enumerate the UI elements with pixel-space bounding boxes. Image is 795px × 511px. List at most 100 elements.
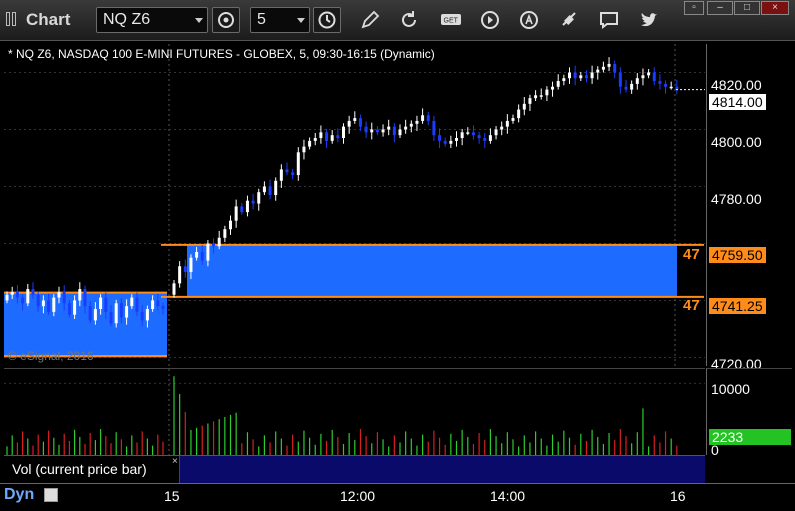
lower-level-label: 47 xyxy=(683,297,700,314)
candle-body xyxy=(364,126,368,133)
time-tick: 16 xyxy=(670,488,686,504)
candle-body xyxy=(635,78,639,84)
candle-body xyxy=(257,192,261,204)
candle-body xyxy=(206,243,210,261)
candle-body xyxy=(296,152,300,176)
play-icon[interactable] xyxy=(478,8,502,32)
toolbar: Chart NQ Z6 5 GET ▫ – □ × xyxy=(0,0,795,41)
candle-body xyxy=(590,72,594,79)
chart-app-icon xyxy=(6,12,20,26)
candle-body xyxy=(93,309,97,321)
candle-body xyxy=(347,120,351,127)
candle-body xyxy=(135,297,139,312)
candle-body xyxy=(189,257,193,272)
candle-body xyxy=(669,86,673,89)
candle-body xyxy=(647,72,651,76)
interval-input[interactable]: 5 xyxy=(250,7,310,33)
candle-body xyxy=(279,169,283,181)
clock-icon[interactable] xyxy=(313,7,341,33)
candle-body xyxy=(471,132,475,136)
candle-body xyxy=(494,129,498,136)
get-icon[interactable]: GET xyxy=(439,8,463,32)
price-chart[interactable]: * NQ Z6, NASDAQ 100 E-MINI FUTURES - GLO… xyxy=(4,44,705,366)
candle-body xyxy=(140,311,144,321)
symbol-value: NQ Z6 xyxy=(103,11,151,28)
candle-body xyxy=(330,135,334,141)
candle-body xyxy=(658,81,662,84)
candle-body xyxy=(78,289,82,301)
time-axis[interactable]: Dyn 15 12:00 14:00 16 xyxy=(0,483,795,511)
candle-body xyxy=(375,129,379,133)
candle-body xyxy=(229,220,232,230)
candle-body xyxy=(353,118,357,121)
candle-body xyxy=(41,300,45,307)
candle-body xyxy=(21,297,25,304)
candle-body xyxy=(630,83,634,90)
link-icon[interactable] xyxy=(557,8,581,32)
candle-body xyxy=(5,294,9,301)
time-tick: 15 xyxy=(164,488,180,504)
candle-body xyxy=(579,75,583,79)
symbol-input[interactable]: NQ Z6 xyxy=(96,7,208,33)
chevron-down-icon[interactable] xyxy=(297,18,305,23)
chevron-down-icon[interactable] xyxy=(195,18,203,23)
volume-chart[interactable] xyxy=(4,368,705,455)
candle-body xyxy=(217,237,221,247)
lock-icon[interactable] xyxy=(44,488,58,502)
minimize-button[interactable]: – xyxy=(707,1,733,15)
alert-icon[interactable] xyxy=(517,8,541,32)
candle-body xyxy=(573,72,577,79)
candle-body xyxy=(336,135,340,139)
chart-legend: * NQ Z6, NASDAQ 100 E-MINI FUTURES - GLO… xyxy=(8,47,435,61)
candle-body xyxy=(15,291,19,298)
candle-body xyxy=(313,138,317,141)
candle-body xyxy=(477,135,481,139)
candle-body xyxy=(641,75,645,79)
candle-body xyxy=(432,120,436,136)
maximize-button[interactable]: □ xyxy=(734,1,760,15)
candle-body xyxy=(409,123,413,127)
opening-range-zone xyxy=(187,244,677,297)
candle-body xyxy=(426,115,430,121)
close-button[interactable]: × xyxy=(761,1,789,15)
price-tick: 4800.00 xyxy=(711,134,762,150)
volume-axis[interactable]: 10000 0 2233 xyxy=(706,368,792,458)
candle-body xyxy=(517,109,521,119)
candle-body xyxy=(52,297,56,312)
volume-current-tag: 2233 xyxy=(709,429,791,445)
candle-body xyxy=(443,140,447,144)
candle-body xyxy=(370,129,374,133)
volume-label-bar: Vol (current price bar) × xyxy=(4,455,705,483)
pencil-icon[interactable] xyxy=(358,8,382,32)
candle-body xyxy=(285,169,289,173)
price-tick: 4820.00 xyxy=(711,77,762,93)
candle-body xyxy=(613,63,617,73)
candle-body xyxy=(83,289,87,307)
price-axis[interactable]: 4820.00 4800.00 4780.00 4720.00 4814.00 … xyxy=(706,44,792,372)
app-title: Chart xyxy=(26,10,71,29)
watermark: © eSignal, 2016 xyxy=(8,349,94,363)
candle-body xyxy=(664,83,668,87)
candle-body xyxy=(31,289,35,295)
restore-button[interactable]: ▫ xyxy=(684,1,704,15)
volume-tick: 10000 xyxy=(711,381,750,397)
candle-body xyxy=(601,66,605,70)
candle-body xyxy=(511,118,515,121)
refresh-icon[interactable] xyxy=(397,8,421,32)
candle-body xyxy=(125,306,129,318)
twitter-icon[interactable] xyxy=(637,8,661,32)
candle-body xyxy=(398,129,402,136)
close-icon[interactable]: × xyxy=(172,456,178,467)
candle-body xyxy=(88,306,92,321)
candle-body xyxy=(505,120,509,127)
volume-study-label[interactable]: Vol (current price bar) xyxy=(4,456,180,483)
candle-body xyxy=(539,95,543,97)
gear-icon[interactable] xyxy=(212,7,240,33)
dynamic-button[interactable]: Dyn xyxy=(4,486,34,504)
comment-icon[interactable] xyxy=(597,8,621,32)
candle-body xyxy=(466,132,470,134)
candle-body xyxy=(302,146,306,153)
candle-body xyxy=(342,126,345,139)
candle-body xyxy=(234,206,238,221)
candle-body xyxy=(291,172,295,176)
